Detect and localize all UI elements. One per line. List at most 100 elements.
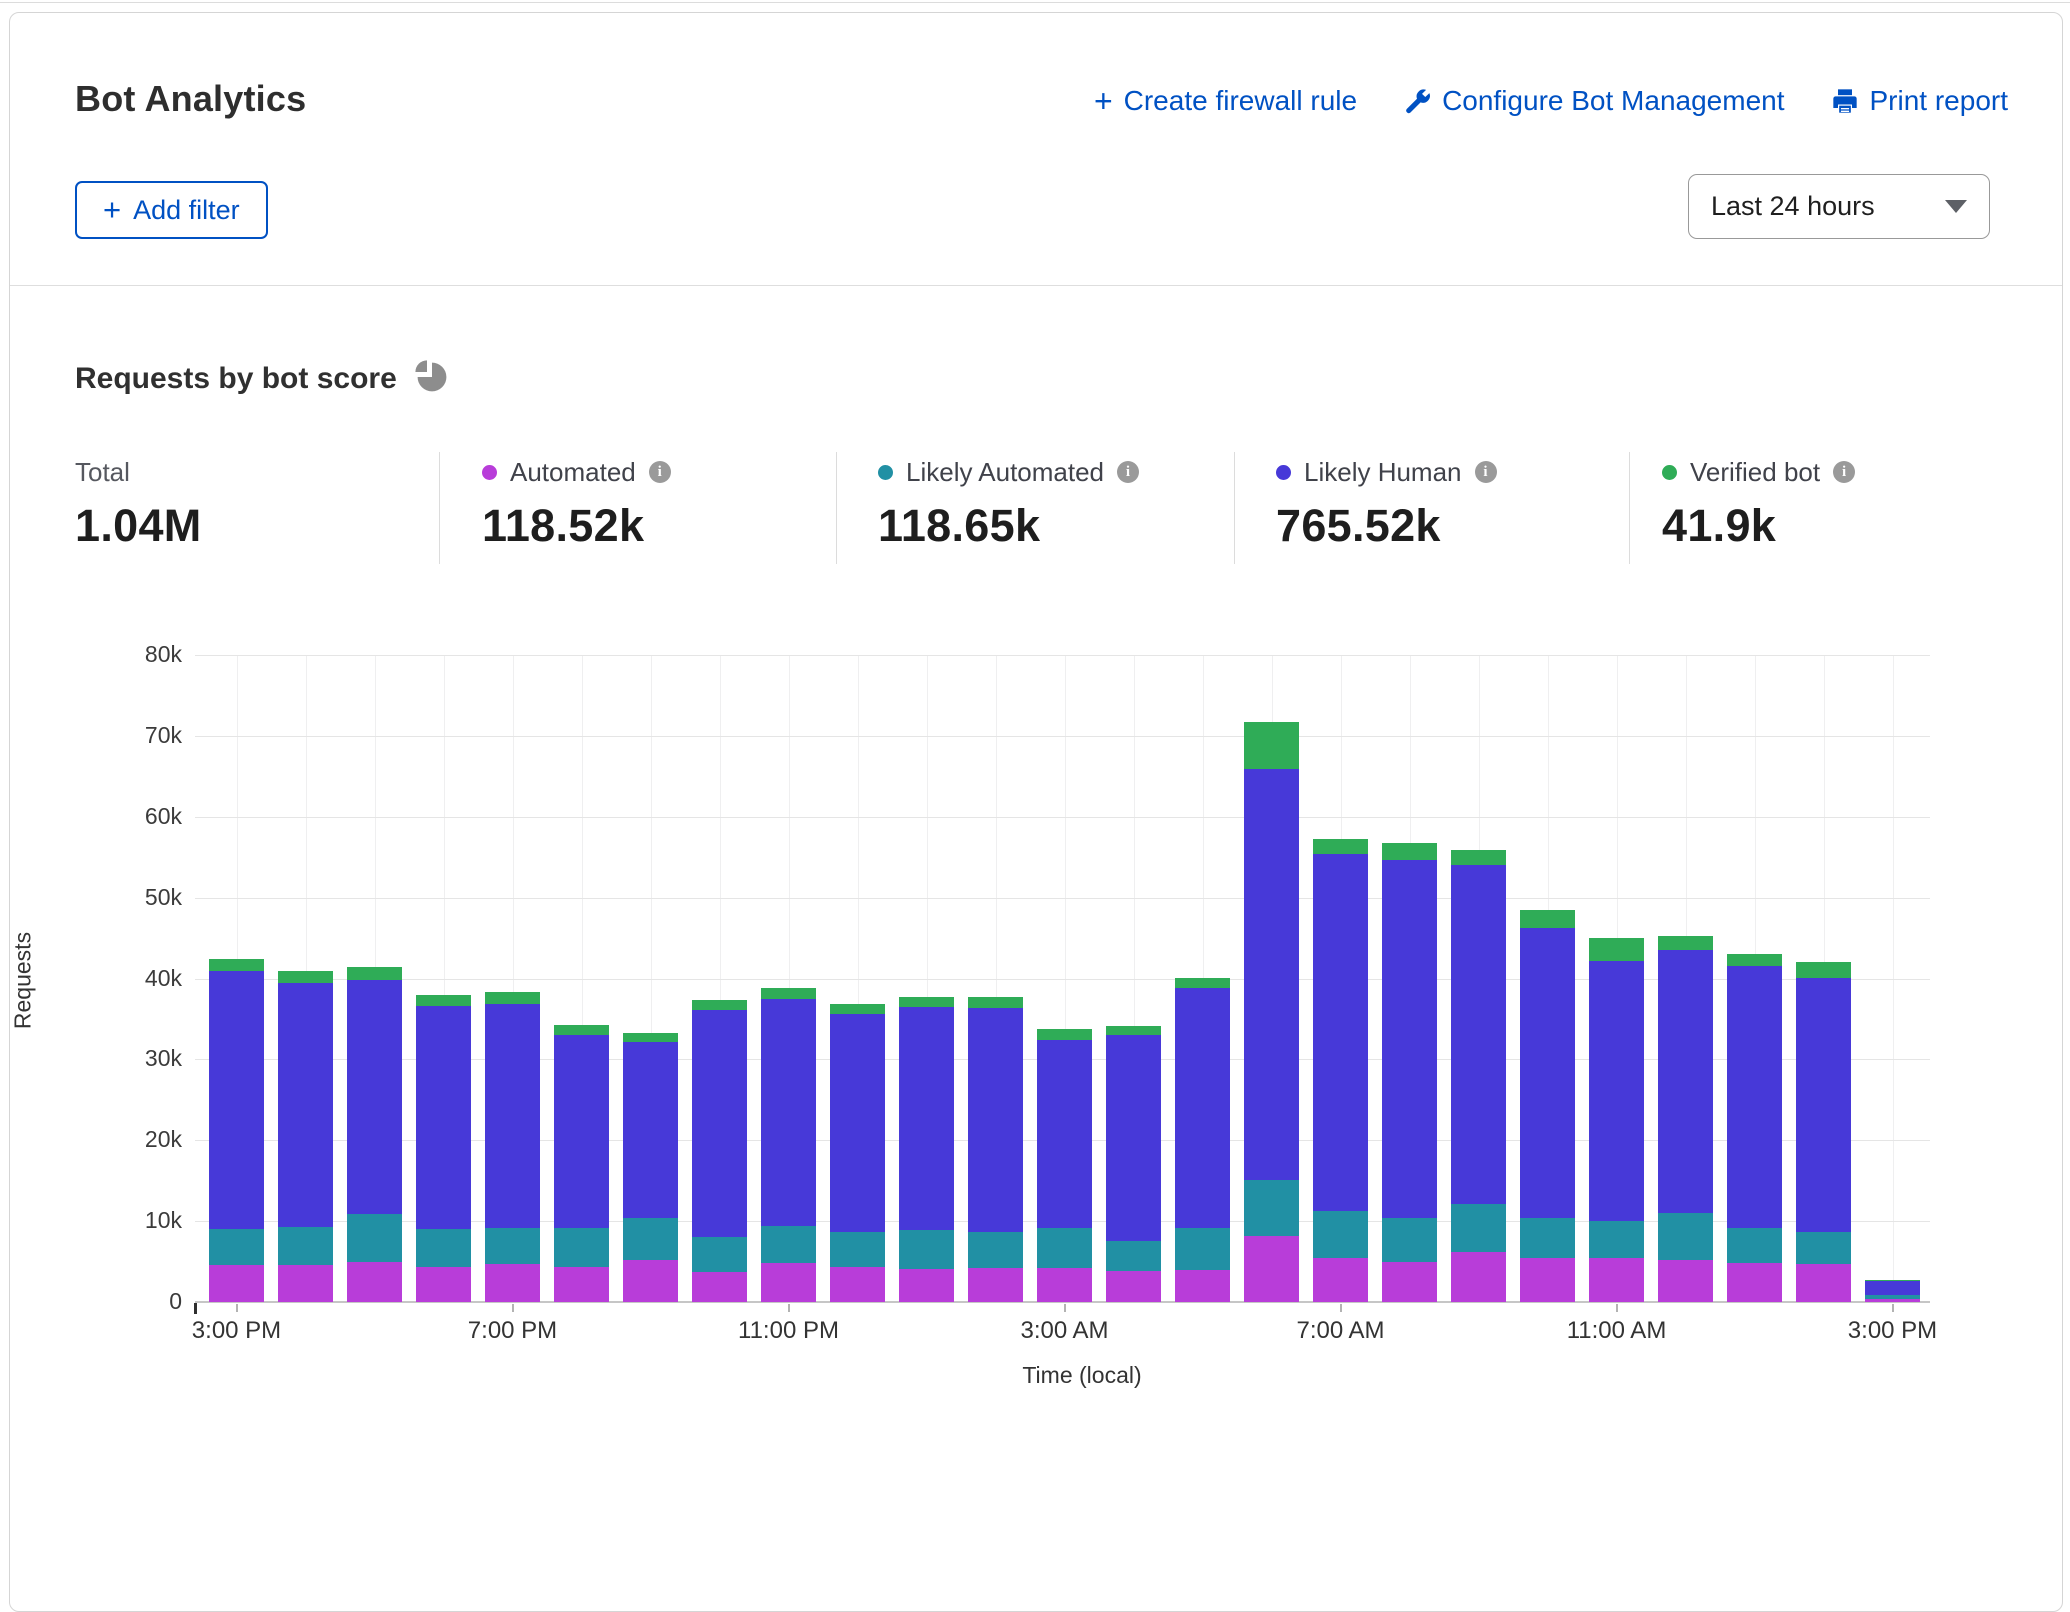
bar-segment-likely-human <box>416 1006 471 1229</box>
stat-likely-automated: Likely Automated i 118.65k <box>878 458 1139 552</box>
bar-column <box>485 655 540 1302</box>
printer-icon <box>1831 87 1859 115</box>
y-tick-label: 70k <box>92 722 182 749</box>
bar-segment-likely-human <box>278 983 333 1226</box>
bar-segment-automated <box>1451 1252 1506 1302</box>
info-icon[interactable]: i <box>1833 461 1855 483</box>
x-tick-mark <box>236 1304 238 1312</box>
bar-segment-verified-bot <box>347 967 402 980</box>
bar-segment-likely-human <box>968 1008 1023 1233</box>
bar-column <box>692 655 747 1302</box>
stat-likely-human: Likely Human i 765.52k <box>1276 458 1497 552</box>
bar-segment-likely-human <box>1451 865 1506 1204</box>
bar-segment-automated <box>1313 1258 1368 1302</box>
header-links: + Create firewall rule Configure Bot Man… <box>1094 85 2008 117</box>
x-tick-mark <box>788 1304 790 1312</box>
bar-segment-automated <box>692 1272 747 1302</box>
bar-segment-verified-bot <box>899 997 954 1007</box>
bar-column <box>347 655 402 1302</box>
bar-segment-likely-automated <box>485 1228 540 1264</box>
bar-segment-automated <box>554 1267 609 1302</box>
bar-segment-automated <box>1106 1271 1161 1302</box>
bar-segment-verified-bot <box>1382 843 1437 860</box>
bar-column <box>554 655 609 1302</box>
bar-segment-likely-automated <box>1520 1218 1575 1258</box>
stat-label: Likely Automated <box>906 457 1104 488</box>
bar-segment-automated <box>209 1265 264 1302</box>
bar-segment-likely-human <box>485 1004 540 1227</box>
x-tick-label: 3:00 AM <box>985 1317 1145 1345</box>
stat-automated: Automated i 118.52k <box>482 458 671 552</box>
print-report-link[interactable]: Print report <box>1831 85 2009 117</box>
bar-segment-verified-bot <box>1658 936 1713 951</box>
x-tick-mark <box>1340 1304 1342 1312</box>
bar-column <box>968 655 1023 1302</box>
section-title-row: Requests by bot score <box>75 360 447 397</box>
bar-segment-likely-human <box>692 1010 747 1237</box>
requests-by-bot-score-chart: Requests Time (local) 010k20k30k40k50k60… <box>0 640 2070 1394</box>
stat-label: Verified bot <box>1690 457 1820 488</box>
create-firewall-rule-link[interactable]: + Create firewall rule <box>1094 85 1357 117</box>
print-report-label: Print report <box>1870 85 2009 117</box>
bar-segment-verified-bot <box>416 995 471 1006</box>
bar-segment-automated <box>761 1263 816 1302</box>
configure-bot-management-link[interactable]: Configure Bot Management <box>1403 85 1784 117</box>
bar-segment-verified-bot <box>692 1000 747 1011</box>
bar-segment-verified-bot <box>1313 839 1368 854</box>
pie-chart-icon <box>415 360 447 397</box>
bar-segment-likely-automated <box>1244 1180 1299 1236</box>
chevron-down-icon <box>1945 200 1967 213</box>
stat-label: Likely Human <box>1304 457 1462 488</box>
bar-column <box>1796 655 1851 1302</box>
x-tick-label: 3:00 PM <box>1813 1317 1973 1345</box>
info-icon[interactable]: i <box>1117 461 1139 483</box>
bar-segment-likely-human <box>1658 950 1713 1213</box>
y-tick-label: 10k <box>92 1207 182 1234</box>
stat-divider <box>439 452 440 564</box>
bar-column <box>1313 655 1368 1302</box>
info-icon[interactable]: i <box>1475 461 1497 483</box>
bar-segment-likely-automated <box>1313 1211 1368 1258</box>
bar-column <box>1382 655 1437 1302</box>
bar-segment-likely-automated <box>347 1214 402 1262</box>
bar-segment-automated <box>1727 1263 1782 1302</box>
bar-segment-likely-human <box>1865 1281 1920 1295</box>
add-filter-label: Add filter <box>133 195 240 226</box>
likely-human-legend-dot <box>1276 465 1291 480</box>
bar-segment-likely-human <box>1520 928 1575 1218</box>
time-range-select[interactable]: Last 24 hours <box>1688 174 1990 239</box>
bar-column <box>278 655 333 1302</box>
stats-row: Total 1.04M Automated i 118.52k Likely A… <box>0 452 2070 570</box>
bar-segment-likely-automated <box>692 1237 747 1272</box>
bar-segment-likely-automated <box>1382 1218 1437 1263</box>
bar-segment-verified-bot <box>1244 722 1299 769</box>
stat-total: Total 1.04M <box>75 458 202 552</box>
configure-bot-management-label: Configure Bot Management <box>1442 85 1784 117</box>
wrench-icon <box>1403 87 1431 115</box>
add-filter-button[interactable]: + Add filter <box>75 181 268 239</box>
stat-value: 1.04M <box>75 500 202 552</box>
bar-segment-automated <box>1037 1268 1092 1302</box>
bar-segment-likely-automated <box>1451 1204 1506 1252</box>
bar-segment-likely-automated <box>209 1229 264 1265</box>
bar-segment-likely-automated <box>899 1230 954 1269</box>
stat-value: 765.52k <box>1276 500 1497 552</box>
bar-segment-likely-automated <box>968 1232 1023 1268</box>
bar-segment-likely-human <box>209 971 264 1229</box>
bar-segment-automated <box>1796 1264 1851 1302</box>
bar-segment-verified-bot <box>830 1004 885 1014</box>
stat-value: 118.52k <box>482 500 671 552</box>
likely-automated-legend-dot <box>878 465 893 480</box>
y-tick-label: 20k <box>92 1126 182 1153</box>
info-icon[interactable]: i <box>649 461 671 483</box>
bar-segment-likely-human <box>1175 988 1230 1227</box>
bar-segment-automated <box>968 1268 1023 1302</box>
bar-segment-likely-human <box>554 1035 609 1228</box>
bar-segment-likely-automated <box>416 1229 471 1267</box>
stat-label: Total <box>75 457 130 488</box>
bar-segment-likely-automated <box>830 1232 885 1268</box>
section-title: Requests by bot score <box>75 362 397 396</box>
bar-segment-likely-automated <box>278 1227 333 1265</box>
bar-segment-verified-bot <box>1589 938 1644 961</box>
bar-segment-likely-human <box>347 980 402 1214</box>
